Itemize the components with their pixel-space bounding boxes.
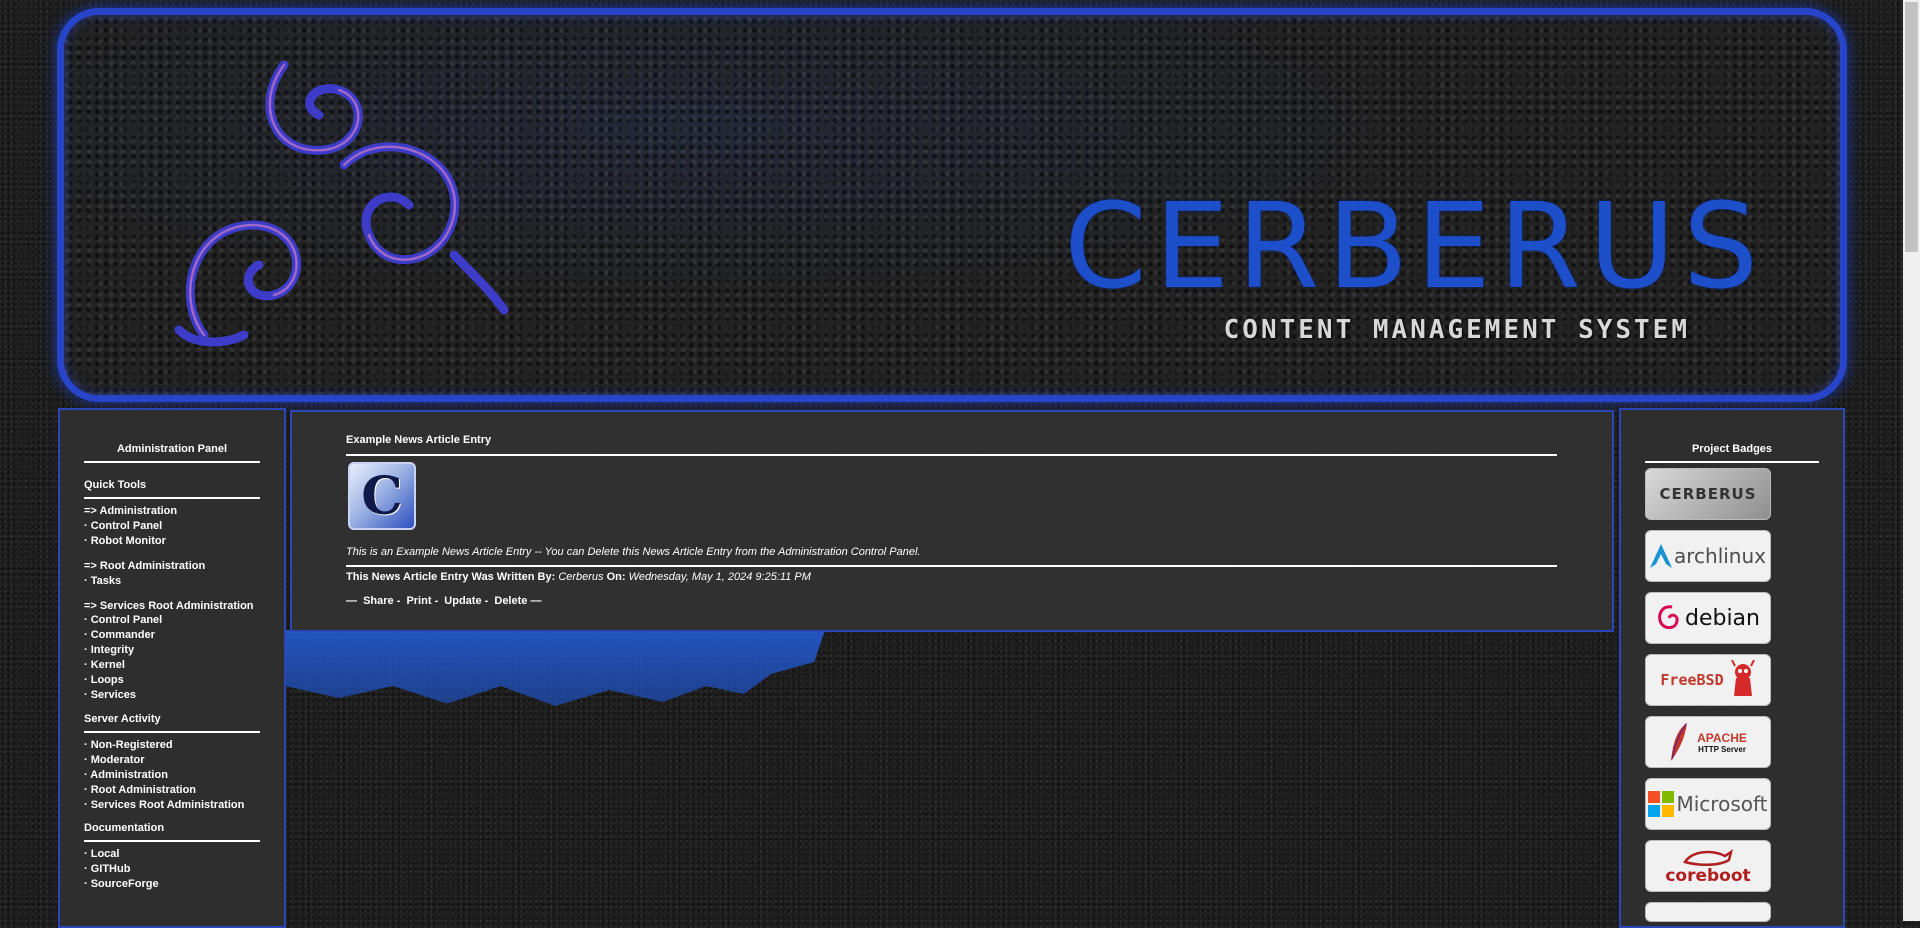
byline-prefix: This News Article Entry Was Written By: [346, 571, 556, 583]
section-heading-quick-tools: Quick Tools [84, 479, 260, 499]
site-title: CERBERUS [1064, 177, 1766, 315]
link-root-administration[interactable]: => Root Administration [84, 559, 284, 574]
link-robot-monitor[interactable]: · Robot Monitor [84, 534, 284, 549]
share-link[interactable]: Share [363, 595, 394, 607]
link-control-panel[interactable]: · Control Panel [84, 519, 284, 534]
print-link[interactable]: Print [406, 595, 431, 607]
coreboot-hare-icon [1683, 848, 1733, 866]
decorative-splash [285, 630, 825, 706]
badge-freebsd-label: FreeBSD [1660, 671, 1724, 689]
link-github[interactable]: · GITHub [84, 862, 284, 877]
documentation-links: · Local · GITHub · SourceForge [84, 847, 284, 892]
link-local[interactable]: · Local [84, 847, 284, 862]
badge-archlinux-label: archlinux [1673, 544, 1766, 568]
link-administration[interactable]: => Administration [84, 504, 284, 519]
badge-list: CERBERUS archlinux debian FreeBSD APACHE… [1621, 468, 1843, 922]
article-thumbnail: C [348, 462, 416, 530]
badge-apache-label: APACHE [1697, 730, 1747, 745]
badge-coreboot[interactable]: coreboot [1645, 840, 1771, 892]
update-link[interactable]: Update [444, 595, 481, 607]
article-byline: This News Article Entry Was Written By: … [346, 571, 811, 583]
site-subtitle: CONTENT MANAGEMENT SYSTEM [1223, 315, 1690, 345]
badge-cerberus[interactable]: CERBERUS [1645, 468, 1771, 520]
byline-on: On: [606, 571, 626, 583]
link-activity-root-administration[interactable]: · Root Administration [84, 783, 284, 798]
arch-logo-icon [1649, 544, 1672, 568]
link-non-registered[interactable]: · Non-Registered [84, 738, 284, 753]
divider [346, 565, 1557, 567]
link-tasks[interactable]: · Tasks [84, 574, 284, 589]
article-actions: — Share - Print - Update - Delete — [346, 595, 544, 607]
administration-panel-title: Administration Panel [84, 410, 260, 463]
link-moderator[interactable]: · Moderator [84, 753, 284, 768]
server-activity-links: · Non-Registered · Moderator · Administr… [84, 738, 284, 813]
thumbnail-letter: C [361, 465, 403, 527]
link-activity-administration[interactable]: · Administration [84, 768, 284, 783]
link-loops[interactable]: · Loops [84, 673, 284, 688]
link-kernel[interactable]: · Kernel [84, 658, 284, 673]
link-activity-services-root-administration[interactable]: · Services Root Administration [84, 798, 284, 813]
actions-tail: — [530, 595, 542, 607]
link-integrity[interactable]: · Integrity [84, 643, 284, 658]
actions-separator: - [434, 595, 439, 607]
news-article: Example News Article Entry C This is an … [290, 410, 1614, 632]
swirl-triskelion-icon [174, 60, 509, 347]
delete-link[interactable]: Delete [494, 595, 527, 607]
site-banner: CERBERUS CONTENT MANAGEMENT SYSTEM [57, 8, 1847, 402]
badge-apache[interactable]: APACHE HTTP Server [1645, 716, 1771, 768]
badge-apache-sublabel: HTTP Server [1698, 744, 1746, 754]
badge-partial[interactable] [1645, 902, 1771, 922]
badge-cerberus-label: CERBERUS [1659, 485, 1757, 503]
link-services[interactable]: · Services [84, 688, 284, 703]
quick-tools-links: => Administration · Control Panel · Robo… [84, 504, 284, 703]
badge-microsoft-label: Microsoft [1676, 792, 1768, 816]
microsoft-logo-icon [1648, 791, 1675, 817]
badge-coreboot-label: coreboot [1665, 865, 1751, 886]
article-body: This is an Example News Article Entry --… [346, 546, 921, 558]
project-badges-panel: Project Badges CERBERUS archlinux debian… [1619, 408, 1845, 928]
debian-swirl-icon [1658, 605, 1679, 630]
link-sourceforge[interactable]: · SourceForge [84, 877, 284, 892]
link-services-root-administration[interactable]: => Services Root Administration [84, 599, 284, 614]
link-commander[interactable]: · Commander [84, 628, 284, 643]
apache-feather-icon [1671, 723, 1688, 761]
actions-lead: — [346, 595, 357, 607]
project-badges-title: Project Badges [1645, 410, 1819, 463]
actions-separator: - [396, 595, 401, 607]
freebsd-daemon-icon [1730, 660, 1755, 696]
link-services-control-panel[interactable]: · Control Panel [84, 613, 284, 628]
administration-panel: Administration Panel Quick Tools => Admi… [58, 408, 286, 928]
scrollbar-thumb[interactable] [1905, 2, 1918, 252]
badge-freebsd[interactable]: FreeBSD [1645, 654, 1771, 706]
page-scrollbar[interactable] [1903, 0, 1920, 921]
byline-author: Cerberus [558, 571, 604, 583]
article-title: Example News Article Entry [346, 434, 492, 446]
divider [346, 454, 1557, 456]
byline-date: Wednesday, May 1, 2024 9:25:11 PM [628, 571, 811, 583]
badge-debian[interactable]: debian [1645, 592, 1771, 644]
badge-microsoft[interactable]: Microsoft [1645, 778, 1771, 830]
badge-debian-label: debian [1684, 605, 1760, 631]
section-heading-server-activity: Server Activity [84, 713, 260, 733]
badge-archlinux[interactable]: archlinux [1645, 530, 1771, 582]
actions-separator: - [484, 595, 489, 607]
section-heading-documentation: Documentation [84, 822, 260, 843]
